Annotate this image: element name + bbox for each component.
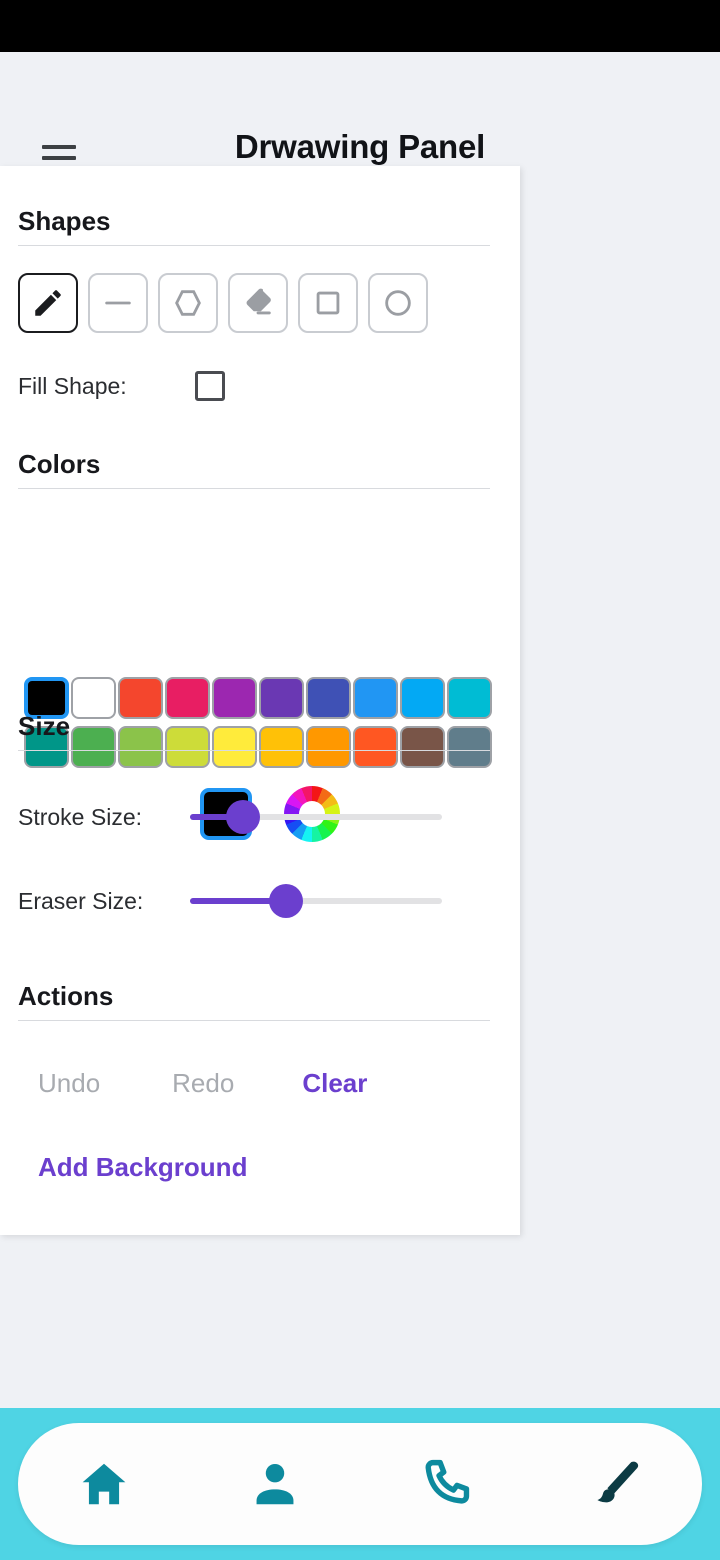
color-swatch[interactable] bbox=[306, 677, 351, 719]
eraser-slider-thumb[interactable] bbox=[268, 884, 303, 918]
shape-tool-polygon[interactable] bbox=[158, 273, 218, 333]
home-icon bbox=[82, 1463, 125, 1505]
panel-scrollbar[interactable] bbox=[518, 166, 525, 1235]
color-swatch[interactable] bbox=[71, 677, 116, 719]
color-swatch-row-1 bbox=[24, 677, 492, 719]
actions-heading: Actions bbox=[18, 981, 114, 1011]
color-swatch[interactable] bbox=[118, 677, 163, 719]
color-swatch[interactable] bbox=[71, 726, 116, 768]
color-swatch[interactable] bbox=[165, 726, 210, 768]
eraser-size-row: Eraser Size: bbox=[18, 884, 442, 918]
nav-item-home[interactable] bbox=[59, 1439, 149, 1529]
color-swatch[interactable] bbox=[447, 677, 492, 719]
actions-divider bbox=[18, 1020, 490, 1021]
shape-tool-rectangle[interactable] bbox=[298, 273, 358, 333]
clear-button[interactable]: Clear bbox=[302, 1068, 367, 1099]
fill-shape-checkbox[interactable] bbox=[194, 371, 225, 401]
color-swatch[interactable] bbox=[447, 726, 492, 768]
nav-item-profile[interactable] bbox=[230, 1439, 320, 1529]
color-swatch-row-2 bbox=[24, 726, 492, 768]
color-swatch[interactable] bbox=[118, 726, 163, 768]
size-divider bbox=[18, 750, 490, 751]
bottom-nav-pill bbox=[18, 1423, 702, 1545]
color-swatch[interactable] bbox=[212, 677, 257, 719]
fill-shape-row: Fill Shape: bbox=[18, 371, 225, 401]
shapes-heading: Shapes bbox=[18, 206, 111, 236]
status-bar bbox=[0, 0, 720, 52]
square-icon bbox=[316, 291, 340, 315]
colors-heading: Colors bbox=[18, 449, 101, 479]
circle-icon bbox=[385, 290, 411, 316]
page-title: Drwawing Panel bbox=[234, 128, 486, 165]
color-swatch[interactable] bbox=[259, 677, 304, 719]
fill-shape-label: Fill Shape: bbox=[18, 372, 127, 399]
shape-tool-row bbox=[18, 273, 428, 333]
eraser-icon bbox=[246, 288, 271, 315]
color-swatch[interactable] bbox=[165, 677, 210, 719]
color-swatch[interactable] bbox=[400, 726, 445, 768]
size-heading: Size bbox=[18, 711, 71, 741]
color-swatch[interactable] bbox=[259, 726, 304, 768]
eraser-size-label: Eraser Size: bbox=[18, 887, 144, 914]
action-button-row: Undo Redo Clear bbox=[38, 1068, 367, 1099]
stroke-size-label: Stroke Size: bbox=[18, 803, 142, 830]
app-screen: Drwawing Panel Shapes Fill Shape: Colors… bbox=[0, 0, 720, 1560]
add-background-button[interactable]: Add Background bbox=[38, 1152, 247, 1183]
stroke-slider-thumb[interactable] bbox=[225, 800, 260, 834]
stroke-size-slider[interactable] bbox=[190, 800, 442, 834]
shape-tool-pencil[interactable] bbox=[18, 273, 78, 333]
stroke-size-row: Stroke Size: bbox=[18, 800, 442, 834]
shape-tool-eraser[interactable] bbox=[228, 273, 288, 333]
color-swatch[interactable] bbox=[400, 677, 445, 719]
paintbrush-icon bbox=[596, 1461, 638, 1503]
pencil-icon bbox=[35, 290, 61, 316]
undo-button: Undo bbox=[38, 1068, 101, 1098]
color-swatch[interactable] bbox=[212, 726, 257, 768]
hexagon-icon bbox=[175, 290, 201, 316]
eraser-size-slider[interactable] bbox=[190, 884, 442, 918]
shapes-divider bbox=[18, 245, 490, 246]
bottom-navigation-bar bbox=[0, 1408, 720, 1560]
colors-divider bbox=[18, 488, 490, 489]
line-icon bbox=[105, 301, 131, 305]
nav-item-calls[interactable] bbox=[401, 1439, 491, 1529]
color-swatch[interactable] bbox=[306, 726, 351, 768]
color-swatch[interactable] bbox=[353, 726, 398, 768]
person-icon bbox=[256, 1463, 293, 1505]
color-swatch[interactable] bbox=[353, 677, 398, 719]
app-bar: Drwawing Panel bbox=[0, 52, 720, 170]
shape-tool-circle[interactable] bbox=[368, 273, 428, 333]
redo-button: Redo bbox=[172, 1068, 235, 1098]
drawing-tools-panel: Shapes Fill Shape: Colors Size Stroke Si… bbox=[0, 166, 520, 1235]
shape-tool-line[interactable] bbox=[88, 273, 148, 333]
nav-item-draw[interactable] bbox=[572, 1439, 662, 1529]
phone-icon bbox=[425, 1459, 469, 1504]
